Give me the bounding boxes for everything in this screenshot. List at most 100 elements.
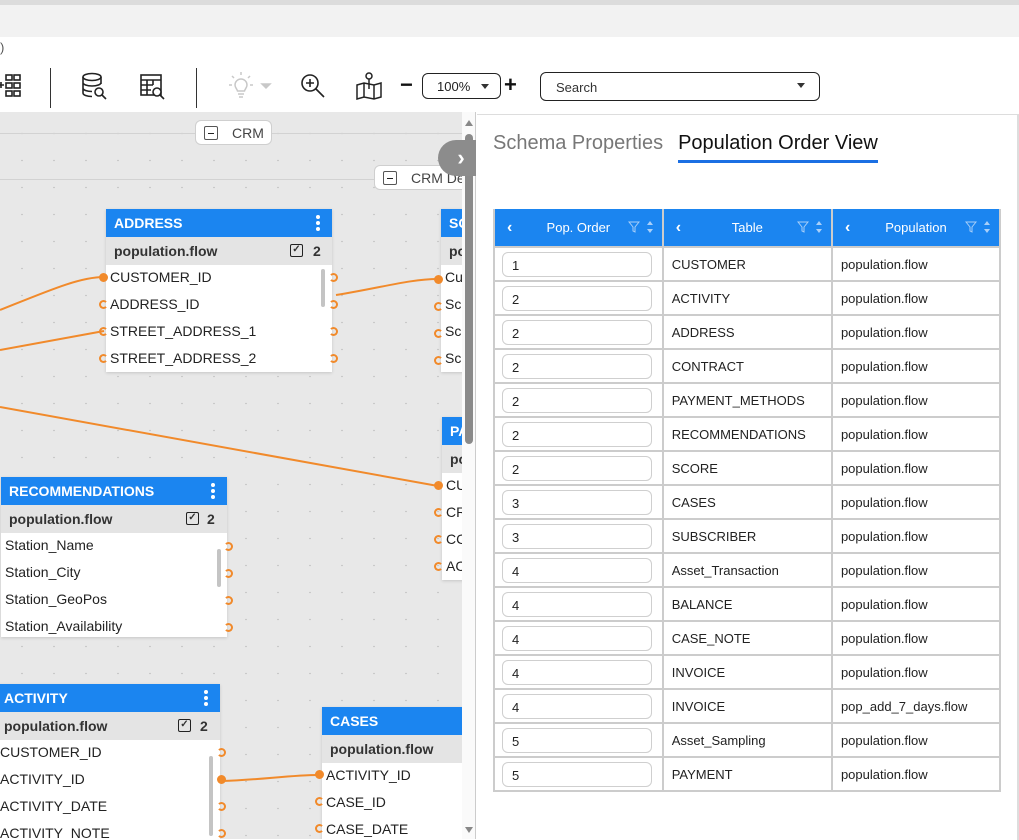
port[interactable] [329, 327, 338, 336]
map-pin-icon[interactable] [353, 70, 385, 102]
entity-header[interactable]: CASES [322, 707, 462, 735]
port[interactable] [217, 829, 226, 838]
pop-order-input[interactable]: 4 [502, 659, 652, 685]
entity-field[interactable]: CASE_ID [322, 790, 462, 817]
table-row[interactable]: 2 ACTIVITY population.flow [493, 280, 1002, 316]
checkbox-checked-icon[interactable]: ✓ [178, 719, 191, 732]
port[interactable] [224, 623, 233, 632]
entity-field[interactable]: CASE_DATE [322, 817, 462, 839]
port[interactable] [434, 562, 443, 571]
pop-order-input[interactable]: 2 [502, 421, 652, 447]
table-row[interactable]: 4 Asset_Transaction population.flow [493, 552, 1002, 588]
sort-icon[interactable] [983, 220, 991, 234]
more-options-icon[interactable] [204, 690, 208, 706]
chevron-left-icon[interactable]: ‹ [676, 219, 681, 237]
entity-field[interactable]: CR [442, 500, 462, 527]
port[interactable] [434, 329, 443, 338]
table-row[interactable]: 5 Asset_Sampling population.flow [493, 722, 1002, 758]
schema-canvas[interactable]: CRM CRM De ADDRESS population.flow ✓ 2 C… [0, 112, 462, 839]
entity-header[interactable]: ACTIVITY [0, 684, 220, 712]
port[interactable] [224, 542, 233, 551]
canvas-scrollbar[interactable] [462, 112, 476, 839]
port-connected[interactable] [434, 275, 443, 284]
table-row[interactable]: 2 PAYMENT_METHODS population.flow [493, 382, 1002, 418]
scrollbar-thumb[interactable] [465, 134, 473, 444]
port[interactable] [329, 354, 338, 363]
filter-icon[interactable] [627, 221, 640, 233]
entity-recommendations[interactable]: RECOMMENDATIONS population.flow ✓ 2 Stat… [1, 477, 227, 637]
pop-order-input[interactable]: 5 [502, 727, 652, 753]
table-row[interactable]: 1 CUSTOMER population.flow [493, 246, 1002, 282]
table-row[interactable]: 2 ADDRESS population.flow [493, 314, 1002, 350]
table-row[interactable]: 4 INVOICE pop_add_7_days.flow [493, 688, 1002, 724]
pop-order-input[interactable]: 2 [502, 387, 652, 413]
search-dropdown[interactable]: Search [540, 72, 820, 101]
pop-order-input[interactable]: 2 [502, 353, 652, 379]
filter-icon[interactable] [965, 221, 977, 233]
group-label-crm[interactable]: CRM [195, 120, 272, 145]
zoom-in-button[interactable]: + [504, 74, 517, 96]
table-row[interactable]: 2 RECOMMENDATIONS population.flow [493, 416, 1002, 452]
entity-field[interactable]: STREET_ADDRESS_1 [106, 319, 332, 346]
entity-cases[interactable]: CASES population.flow ACTIVITY_ID CASE_I… [322, 707, 462, 839]
port-connected[interactable] [315, 770, 324, 779]
chevron-left-icon[interactable]: ‹ [507, 219, 512, 237]
table-row[interactable]: 2 CONTRACT population.flow [493, 348, 1002, 384]
collapse-group-icon[interactable] [204, 125, 218, 140]
column-header-population[interactable]: ‹ Population [830, 209, 1002, 248]
entity-field[interactable]: Station_Name [1, 533, 227, 560]
column-header-pop-order[interactable]: ‹ Pop. Order [493, 209, 664, 248]
entity-header[interactable]: RECOMMENDATIONS [1, 477, 227, 505]
entity-field[interactable]: Sc [441, 292, 462, 319]
checkbox-checked-icon[interactable]: ✓ [290, 244, 303, 257]
entity-payment[interactable]: PA po CU CR CC AC [442, 417, 462, 580]
pop-order-input[interactable]: 2 [502, 285, 652, 311]
column-header-table[interactable]: ‹ Table [661, 209, 833, 248]
table-row[interactable]: 2 SCORE population.flow [493, 450, 1002, 486]
entity-field[interactable]: Station_GeoPos [1, 587, 227, 614]
port[interactable] [224, 569, 233, 578]
port[interactable] [217, 748, 226, 757]
entity-field[interactable]: Cu [441, 265, 462, 292]
port[interactable] [434, 302, 443, 311]
entity-field[interactable]: AC [442, 554, 462, 581]
port-connected[interactable] [434, 481, 443, 490]
entity-field[interactable]: CUSTOMER_ID [106, 265, 332, 292]
pop-order-input[interactable]: 2 [502, 455, 652, 481]
port[interactable] [434, 508, 443, 517]
pop-order-input[interactable]: 4 [502, 625, 652, 651]
tab-schema-properties[interactable]: Schema Properties [493, 132, 663, 163]
scroll-up-icon[interactable] [465, 120, 473, 126]
port[interactable] [224, 596, 233, 605]
port[interactable] [434, 535, 443, 544]
sort-icon[interactable] [646, 220, 654, 234]
entity-field[interactable]: ACTIVITY_DATE [0, 794, 220, 821]
database-search-icon[interactable] [78, 70, 110, 102]
entity-field[interactable]: ADDRESS_ID [106, 292, 332, 319]
entity-header[interactable]: PA [442, 417, 462, 445]
entity-field[interactable]: Station_Availability [1, 614, 227, 641]
port-connected[interactable] [99, 273, 108, 282]
entity-header[interactable]: SC [441, 209, 462, 237]
pop-order-input[interactable]: 4 [502, 557, 652, 583]
sort-icon[interactable] [815, 220, 823, 234]
pop-order-input[interactable]: 1 [502, 251, 652, 277]
zoom-in-icon[interactable] [297, 70, 329, 102]
entity-scrollbar[interactable] [321, 269, 325, 307]
pop-order-input[interactable]: 4 [502, 693, 652, 719]
entity-score[interactable]: SC po Cu Sc Sc Sc [441, 209, 462, 372]
table-row[interactable]: 5 PAYMENT population.flow [493, 756, 1002, 792]
port[interactable] [99, 300, 108, 309]
port[interactable] [315, 824, 324, 833]
entity-field[interactable]: CUSTOMER_ID [0, 740, 220, 767]
entity-field[interactable]: CU [442, 473, 462, 500]
pop-order-input[interactable]: 5 [502, 761, 652, 787]
entity-scrollbar[interactable] [217, 549, 221, 587]
table-row[interactable]: 4 CASE_NOTE population.flow [493, 620, 1002, 656]
filter-icon[interactable] [796, 221, 809, 233]
table-row[interactable]: 4 BALANCE population.flow [493, 586, 1002, 622]
entity-field[interactable]: ACTIVITY_ID [0, 767, 220, 794]
scroll-down-icon[interactable] [465, 827, 473, 833]
entity-field[interactable]: Station_City [1, 560, 227, 587]
table-row[interactable]: 4 INVOICE population.flow [493, 654, 1002, 690]
